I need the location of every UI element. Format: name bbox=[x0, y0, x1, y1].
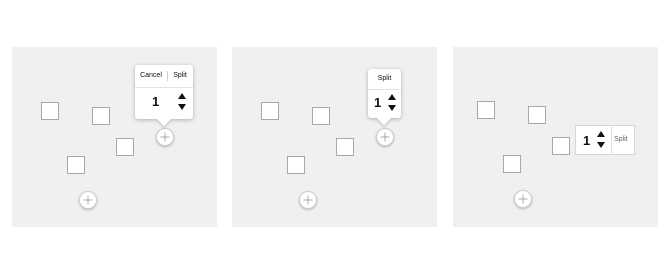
split-handle[interactable] bbox=[156, 128, 174, 146]
split-button[interactable]: Split bbox=[368, 69, 401, 89]
inline-split-control: 1 Split bbox=[575, 125, 635, 155]
popover-header: Split bbox=[368, 69, 401, 90]
square-node[interactable] bbox=[528, 106, 546, 124]
split-handle[interactable] bbox=[514, 190, 532, 208]
split-button[interactable]: Split bbox=[169, 65, 191, 87]
header-divider bbox=[167, 71, 168, 81]
popover-header: Cancel Split bbox=[135, 65, 193, 88]
inline-divider bbox=[611, 126, 612, 154]
decrement-arrow-icon[interactable] bbox=[597, 142, 605, 148]
square-node[interactable] bbox=[503, 155, 521, 173]
square-node[interactable] bbox=[261, 102, 279, 120]
popover-arrow bbox=[376, 110, 392, 126]
count-stepper[interactable] bbox=[177, 93, 187, 111]
split-button[interactable]: Split bbox=[614, 136, 628, 143]
plus-crosshair-icon bbox=[83, 195, 93, 205]
increment-arrow-icon[interactable] bbox=[388, 94, 396, 100]
square-node[interactable] bbox=[552, 137, 570, 155]
split-handle[interactable] bbox=[299, 191, 317, 209]
canvas-panel-2: Split 1 bbox=[232, 47, 437, 227]
plus-crosshair-icon bbox=[380, 132, 390, 142]
split-handle[interactable] bbox=[376, 128, 394, 146]
square-node[interactable] bbox=[67, 156, 85, 174]
popover-arrow bbox=[156, 111, 172, 127]
split-count-value[interactable]: 1 bbox=[583, 133, 590, 148]
plus-crosshair-icon bbox=[160, 132, 170, 142]
count-stepper[interactable] bbox=[596, 131, 606, 149]
square-node[interactable] bbox=[336, 138, 354, 156]
canvas-panel-3: 1 Split bbox=[453, 47, 658, 227]
square-node[interactable] bbox=[477, 101, 495, 119]
split-count-value[interactable]: 1 bbox=[374, 95, 381, 110]
square-node[interactable] bbox=[41, 102, 59, 120]
count-stepper[interactable] bbox=[387, 94, 397, 112]
cancel-button[interactable]: Cancel bbox=[136, 65, 166, 87]
split-handle[interactable] bbox=[79, 191, 97, 209]
split-popover: Split 1 bbox=[368, 69, 401, 126]
square-node[interactable] bbox=[92, 107, 110, 125]
square-node[interactable] bbox=[312, 107, 330, 125]
plus-crosshair-icon bbox=[303, 195, 313, 205]
increment-arrow-icon[interactable] bbox=[178, 93, 186, 99]
decrement-arrow-icon[interactable] bbox=[388, 105, 396, 111]
plus-crosshair-icon bbox=[518, 194, 528, 204]
canvas-panel-1: Cancel Split 1 bbox=[12, 47, 217, 227]
split-popover: Cancel Split 1 bbox=[135, 65, 193, 127]
square-node[interactable] bbox=[287, 156, 305, 174]
increment-arrow-icon[interactable] bbox=[597, 131, 605, 137]
split-count-value[interactable]: 1 bbox=[152, 94, 159, 109]
square-node[interactable] bbox=[116, 138, 134, 156]
decrement-arrow-icon[interactable] bbox=[178, 104, 186, 110]
